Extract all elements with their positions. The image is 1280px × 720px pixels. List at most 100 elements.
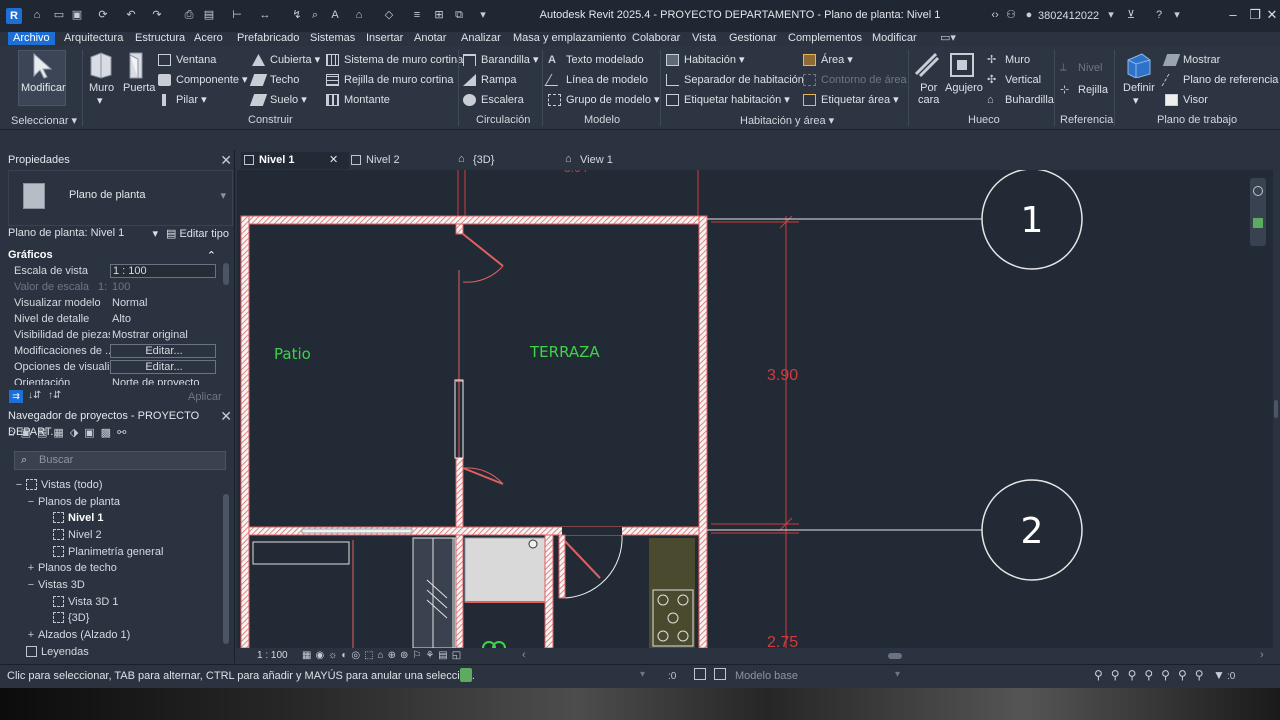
tab-acero[interactable]: Acero	[189, 32, 228, 45]
panel-seleccionar[interactable]: Seleccionar ▾	[11, 114, 77, 127]
view-control-icon[interactable]: ▦◉☼◐◎⬚⌂⊕⊚⚐⚘▤◱	[302, 650, 465, 661]
view-tab-nivel-1[interactable]: Nivel 1 ✕	[241, 152, 349, 169]
tree-item-legends[interactable]: Leyendas	[26, 645, 89, 659]
room-label-patio[interactable]: Patio	[274, 345, 311, 363]
prop-graphic-display[interactable]: Opciones de visuali... Editar...	[8, 359, 220, 375]
tree-item-3d-view-1[interactable]: Vista 3D 1	[53, 595, 119, 609]
prop-detail-level[interactable]: Nivel de detalle Alto	[8, 311, 220, 327]
area-boundary-button[interactable]: Contorno de área	[803, 72, 907, 88]
instance-filter[interactable]: Plano de planta: Nivel 1 ▾	[8, 227, 158, 241]
curtain-system-button[interactable]: Sistema de muro cortina	[326, 52, 463, 68]
panel-habitacion[interactable]: Habitación y área ▾	[740, 114, 834, 127]
design-options-icon[interactable]	[694, 668, 706, 680]
tab-sistemas[interactable]: Sistemas	[305, 32, 360, 45]
curtain-grid-button[interactable]: Rejilla de muro cortina	[326, 72, 453, 88]
browser-search-input[interactable]: ⌕ Buscar	[14, 451, 226, 470]
edit-display-button[interactable]: Editar...	[110, 360, 216, 374]
main-model-icon[interactable]	[714, 668, 726, 680]
prop-parts-visibility[interactable]: Visibilidad de piezas Mostrar original	[8, 327, 220, 343]
apply-button[interactable]: Aplicar	[188, 391, 222, 403]
design-option-dropdown-icon[interactable]: ▾	[895, 669, 900, 680]
door-leaf[interactable]	[561, 537, 601, 579]
stair-well[interactable]	[412, 537, 456, 648]
tree-item-views-all[interactable]: − Vistas (todo)	[16, 478, 103, 492]
print-icon[interactable]: ⎙	[182, 9, 196, 22]
door-leaf[interactable]	[462, 233, 504, 267]
sync-icon[interactable]: ⟳	[96, 9, 110, 22]
level-button[interactable]: ⟂ Nivel	[1060, 60, 1102, 76]
tab-analizar[interactable]: Analizar	[456, 32, 506, 45]
tab-colaborar[interactable]: Colaborar	[627, 32, 685, 45]
view-scale[interactable]: 1 : 100	[257, 650, 288, 661]
grid-button[interactable]: ⊹ Rejilla	[1060, 82, 1108, 98]
wall-left[interactable]	[240, 215, 250, 648]
tree-item-3d-views[interactable]: − Vistas 3D	[28, 578, 85, 592]
browser-tool-icon[interactable]: ⌂▣▤▦⬗▣▩⚯	[8, 427, 132, 439]
wall-button[interactable]: Muro ▾	[89, 82, 114, 107]
steering-wheel-icon[interactable]	[1253, 186, 1263, 196]
tree-item-ceiling-plans[interactable]: + Planos de techo	[28, 561, 117, 575]
vertical-opening-button[interactable]: ✣ Vertical	[987, 72, 1041, 88]
railing-button[interactable]: Barandilla ▾	[463, 52, 539, 68]
sort-asc-icon[interactable]: ↓⇵	[28, 390, 41, 401]
edit-type-button[interactable]: ▤ Editar tipo	[166, 227, 229, 240]
canvas-vscroll[interactable]	[1274, 400, 1278, 418]
tree-item-floor-plans[interactable]: − Planos de planta	[28, 495, 120, 509]
dimension-icon[interactable]: ↔	[258, 9, 272, 22]
sort-category-icon[interactable]: ⇉	[9, 390, 23, 403]
prop-orientation[interactable]: Orientación Norte de proyecto	[8, 375, 220, 385]
room-separator-button[interactable]: Separador de habitación	[666, 72, 804, 88]
prop-value[interactable]: Mostrar original	[110, 327, 216, 343]
3d-view-icon[interactable]: ⌂	[352, 9, 366, 22]
prop-vg-overrides[interactable]: Modificaciones de ... Editar...	[8, 343, 220, 359]
component-button[interactable]: Componente ▾	[158, 72, 248, 88]
open-icon[interactable]: ▭	[52, 9, 66, 22]
door-button[interactable]: Puerta	[123, 82, 155, 94]
tag-room-button[interactable]: Etiquetar habitación ▾	[666, 92, 790, 108]
collapse-tree-icon[interactable]: −	[14, 478, 24, 492]
selection-filters[interactable]: ⚲⚲⚲⚲⚲⚲⚲	[1094, 668, 1212, 682]
selection-filter-icon[interactable]: ⚲⚲⚲⚲⚲⚲⚲	[1094, 668, 1212, 682]
tag-icon[interactable]: ⌕	[308, 9, 322, 22]
view-tab-view-1[interactable]: ⌂ View 1	[562, 152, 613, 169]
floor-button[interactable]: Suelo ▾	[249, 92, 307, 108]
nav-arrows-icon[interactable]: ‹›	[988, 9, 1002, 22]
save-icon[interactable]: ▣	[70, 9, 84, 22]
window-button[interactable]: Ventana	[158, 52, 216, 68]
close-window-button[interactable]: ✕	[1264, 7, 1280, 25]
properties-scrollbar[interactable]	[223, 263, 229, 285]
tab-modificar[interactable]: Modificar	[867, 32, 922, 45]
prop-view-scale[interactable]: Escala de vista 1 : 100	[8, 263, 220, 279]
tab-vista[interactable]: Vista	[687, 32, 721, 45]
kitchen-counter[interactable]	[649, 538, 695, 648]
tab-estructura[interactable]: Estructura	[130, 32, 190, 45]
scroll-left-icon[interactable]: ‹	[522, 649, 526, 661]
ceiling-button[interactable]: Techo	[249, 72, 299, 88]
counter[interactable]	[252, 541, 350, 565]
close-icon[interactable]: ✕	[220, 152, 232, 168]
active-design-option[interactable]: Modelo base	[735, 670, 798, 682]
restore-button[interactable]: ❐	[1244, 7, 1266, 25]
close-hidden-icon[interactable]: ⊞	[432, 9, 446, 22]
ramp-button[interactable]: Rampa	[463, 72, 516, 88]
panel-toggle-icon[interactable]: ▭▾	[940, 32, 956, 45]
canvas-hscroll[interactable]	[888, 653, 902, 659]
tab-gestionar[interactable]: Gestionar	[724, 32, 782, 45]
help-icon[interactable]: ?	[1152, 9, 1166, 22]
viewer-button[interactable]: Visor	[1165, 92, 1208, 108]
wall-mid-bottom[interactable]	[455, 457, 464, 648]
prop-display-model[interactable]: Visualizar modelo Normal	[8, 295, 220, 311]
column-button[interactable]: Pilar ▾	[158, 92, 207, 108]
home-icon[interactable]: ⌂	[30, 9, 44, 22]
zoom-icon[interactable]	[1253, 218, 1263, 228]
prop-value[interactable]: Norte de proyecto	[110, 375, 216, 385]
wall-opening-button[interactable]: ✢ Muro	[987, 52, 1030, 68]
collapse-tree-icon[interactable]: −	[26, 495, 36, 509]
roof-button[interactable]: Cubierta ▾	[252, 52, 320, 68]
view-controls[interactable]: ▦◉☼◐◎⬚⌂⊕⊚⚐⚘▤◱	[302, 650, 465, 661]
sort-desc-icon[interactable]: ↑⇵	[48, 390, 61, 401]
user-icon[interactable]: ●	[1022, 9, 1036, 22]
ref-plane-button[interactable]: Plano de referencia	[1161, 72, 1278, 88]
close-tab-icon[interactable]: ✕	[329, 152, 338, 169]
scroll-right-icon[interactable]: ›	[1260, 649, 1264, 661]
